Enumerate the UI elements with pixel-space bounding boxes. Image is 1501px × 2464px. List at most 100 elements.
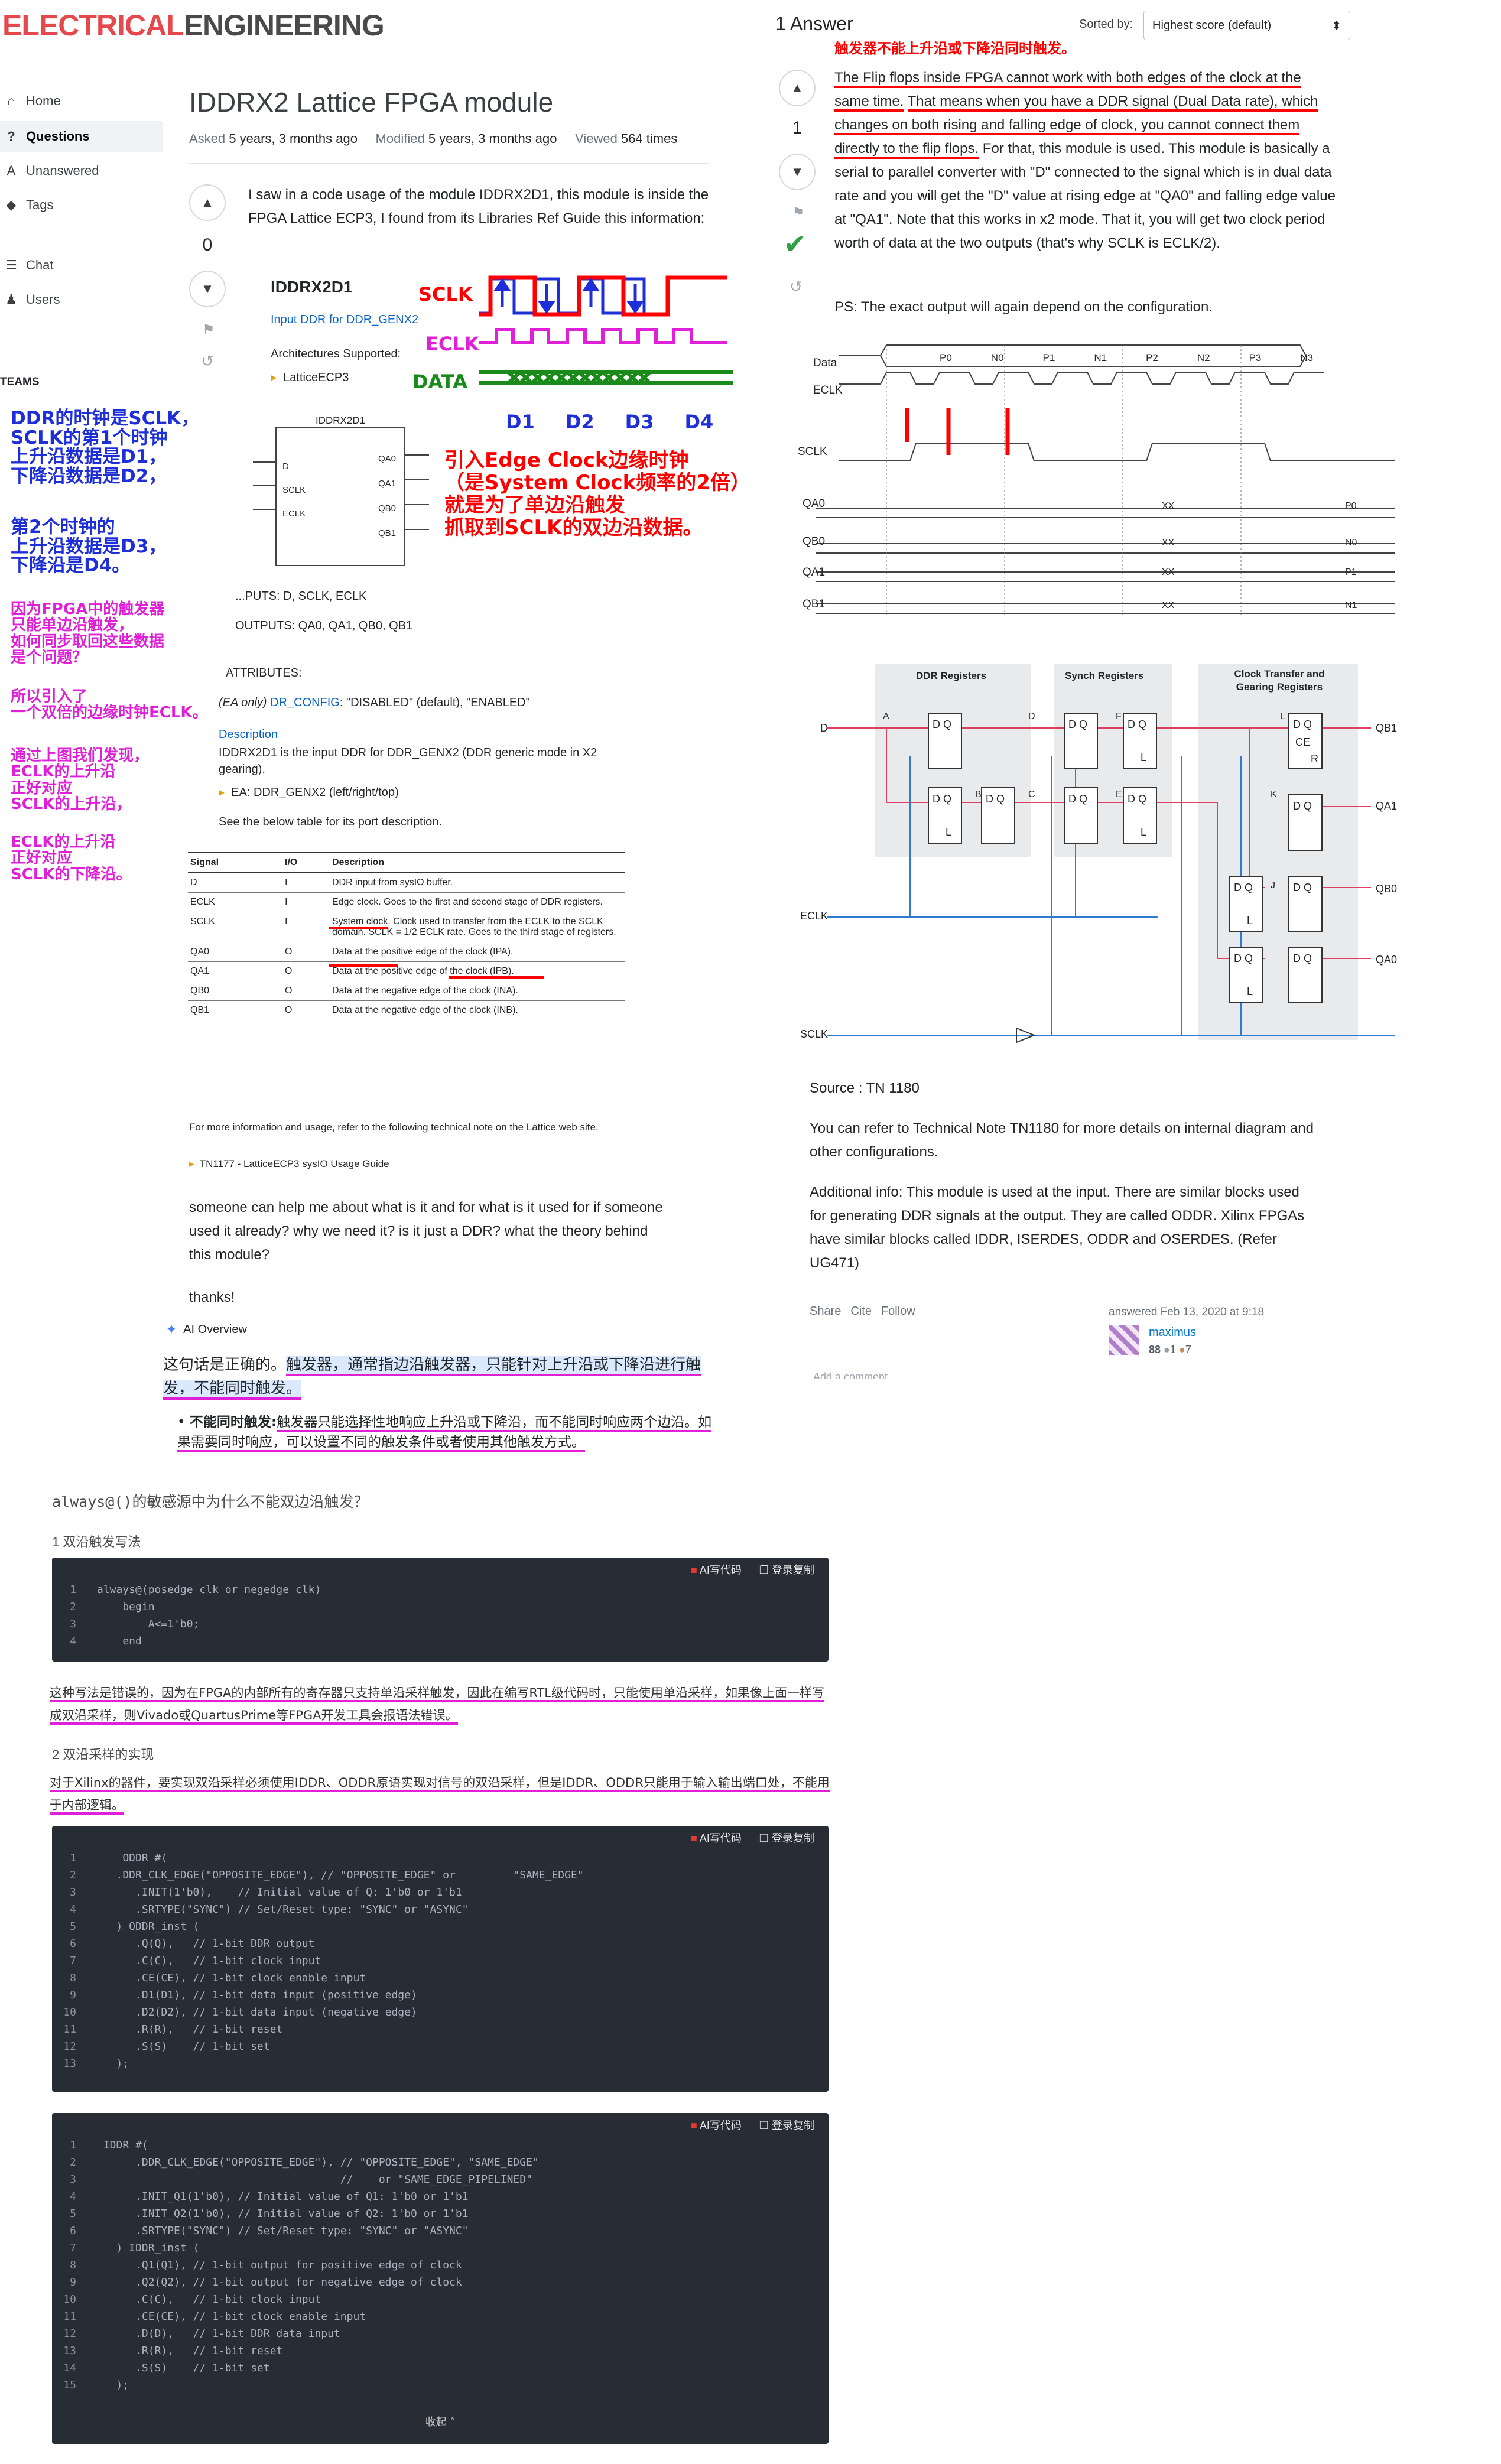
follow-link[interactable]: Follow xyxy=(881,1305,915,1318)
node-c: C xyxy=(1028,789,1035,799)
code-text: .DDR_CLK_EDGE("OPPOSITE_EDGE"), // "OPPO… xyxy=(97,2156,539,2169)
question-meta: Asked 5 years, 3 months ago Modified 5 y… xyxy=(189,131,677,147)
ai-overview-bullet: • 不能同时触发:触发器只能选择性地响应上升沿或下降沿，而不能同时响应两个边沿。… xyxy=(177,1412,721,1452)
sidebar-item-chat[interactable]: ☰ Chat xyxy=(0,249,163,281)
sort-select[interactable]: Highest score (default) ⬍ xyxy=(1143,11,1350,40)
code-line: 10 .D2(D2), // 1-bit data input (negativ… xyxy=(52,2004,829,2021)
ff-label: D Q xyxy=(1293,953,1312,964)
cell: DDR input from sysIO buffer. xyxy=(330,872,625,893)
viewed-value: 564 times xyxy=(620,131,678,146)
sidebar-item-tags[interactable]: ◆ Tags xyxy=(0,189,163,221)
doc-tn-link[interactable]: ▸ TN1177 - LatticeECP3 sysIO Usage Guide xyxy=(189,1158,389,1170)
eclk-trace xyxy=(479,328,727,344)
ff-latch: L xyxy=(1247,915,1253,927)
bookmark-icon[interactable]: ⚑ xyxy=(792,204,805,222)
ff-label: D Q xyxy=(1293,882,1312,893)
code-line: 7 .C(C), // 1-bit clock input xyxy=(52,1952,829,1969)
code-toolbar: ■ AI写代码 ❐ 登录复制 xyxy=(52,1558,829,1581)
ff-label: D Q xyxy=(1234,953,1253,964)
cell: Data at the negative edge of the clock (… xyxy=(330,1000,625,1020)
ff-d: D Q xyxy=(1064,713,1098,769)
bookmark-icon[interactable]: ⚑ xyxy=(202,321,215,339)
blog-heading-2: 2 双沿采样的实现 xyxy=(52,1747,154,1762)
code-line: 9 .Q2(Q2), // 1-bit output for negative … xyxy=(52,2274,829,2291)
site-logo[interactable]: ELECTRICALENGINEERING xyxy=(2,8,385,43)
code-text: ) IDDR_inst ( xyxy=(97,2242,200,2254)
timing-row-labels: Data ECLK xyxy=(813,350,843,404)
node-k: K xyxy=(1271,789,1277,799)
tn-link[interactable]: TN1177 - LatticeECP3 sysIO Usage Guide xyxy=(200,1158,389,1169)
ai-code-button[interactable]: ■ AI写代码 xyxy=(691,1830,742,1845)
cell: QB0 xyxy=(188,981,282,1001)
share-link[interactable]: Share xyxy=(810,1305,841,1318)
add-comment-link[interactable]: Add a comment xyxy=(813,1371,888,1379)
sort-value: Highest score (default) xyxy=(1152,18,1272,32)
collapse-label: 收起 xyxy=(425,2416,447,2429)
ai-code-button[interactable]: ■ AI写代码 xyxy=(691,1562,742,1577)
history-icon[interactable]: ↺ xyxy=(201,352,214,370)
question-ask: someone can help me about what is it and… xyxy=(189,1200,663,1263)
row-sclk: SCLK xyxy=(798,446,827,458)
doc-inputs: ...PUTS: D, SCLK, ECLK xyxy=(235,590,367,603)
answer-upvote-button[interactable]: ▲ xyxy=(779,70,816,106)
code-toolbar: ■ AI写代码 ❐ 登录复制 xyxy=(52,1826,829,1849)
cell: O xyxy=(282,961,330,981)
code-text: always@(posedge clk or negedge clk) xyxy=(97,1584,321,1596)
sidebar-item-questions[interactable]: ? Questions xyxy=(0,121,163,152)
annotation-ff-question: 因为FPGA中的触发器 只能单边沿触发， 如何同步取回这些数据 是个问题？ xyxy=(11,600,165,667)
dr-config-link[interactable]: DR_CONFIG xyxy=(270,696,340,709)
red-marker-lines xyxy=(905,408,1010,455)
data-label: P3 xyxy=(1249,352,1262,363)
collapse-button[interactable]: 收起 ˄ xyxy=(52,2414,829,2429)
diag-input-d: D xyxy=(820,722,828,734)
login-copy-button[interactable]: ❐ 登录复制 xyxy=(759,1562,814,1577)
ai-code-label: AI写代码 xyxy=(699,1832,742,1844)
answer-downvote-button[interactable]: ▼ xyxy=(779,154,816,190)
question-title[interactable]: IDDRX2 Lattice FPGA module xyxy=(189,86,553,118)
wave-label-sclk: SCLK xyxy=(418,283,473,305)
code-text: .D1(D1), // 1-bit data input (positive e… xyxy=(97,1989,417,2001)
question-intro: I saw in a code usage of the module IDDR… xyxy=(248,187,709,226)
ai-code-button[interactable]: ■ AI写代码 xyxy=(691,2117,742,2133)
diag-out-qa0: QA0 xyxy=(1376,954,1398,966)
port-table: Signal I/O Description D I DDR input from sy… xyxy=(188,852,625,1020)
sidebar-item-users[interactable]: ♟ Users xyxy=(0,284,163,316)
doc-subtitle[interactable]: Input DDR for DDR_GENX2 xyxy=(271,313,418,327)
out-qb1: N1 xyxy=(1345,600,1357,610)
logo-part1: ELECTRICAL xyxy=(2,9,184,42)
answer-ps: PS: The exact output will again depend o… xyxy=(834,299,1213,315)
diag-input-eclk: ECLK xyxy=(800,910,829,922)
ai-icon: ■ xyxy=(690,1564,697,1576)
answer-user[interactable]: maximus xyxy=(1149,1326,1196,1340)
ff-e: D Q xyxy=(1064,787,1098,844)
upvote-button[interactable]: ▲ xyxy=(189,184,226,221)
ai-overview-label: AI Overview xyxy=(183,1323,247,1336)
row-eclk: ECLK xyxy=(813,384,843,396)
history-icon[interactable]: ↺ xyxy=(790,278,803,296)
ff-f: D Q L xyxy=(1123,713,1157,769)
code-text: .INIT_Q2(1'b0), // Initial value of Q2: … xyxy=(97,2208,469,2220)
sidebar-item-home[interactable]: ⌂ Home xyxy=(0,85,163,117)
upvote-icon: ▲ xyxy=(791,80,804,95)
diag-out-qa1: QA1 xyxy=(1376,800,1398,812)
downvote-button[interactable]: ▼ xyxy=(189,271,226,307)
code-text: .Q2(Q2), // 1-bit output for negative ed… xyxy=(97,2276,462,2289)
avatar[interactable] xyxy=(1109,1325,1139,1355)
user-rep: 88 ●1 ●7 xyxy=(1149,1344,1191,1356)
login-copy-button[interactable]: ❐ 登录复制 xyxy=(759,2117,814,2133)
cite-link[interactable]: Cite xyxy=(850,1305,872,1318)
cell: I xyxy=(282,912,330,942)
ai-overview-p1: 这句话是正确的。触发器，通常指边沿触发器，只能针对上升沿或下降沿进行触发，不能同… xyxy=(163,1353,713,1400)
ff-latch: L xyxy=(1141,826,1147,838)
code-line: 4 .SRTYPE("SYNC") // Set/Reset type: "SY… xyxy=(52,1901,829,1918)
code-text: IDDR #( xyxy=(97,2139,148,2151)
ff-latch: L xyxy=(1141,752,1147,763)
cell: O xyxy=(282,1000,330,1020)
code-line: 11 .CE(CE), // 1-bit clock enable input xyxy=(52,2308,829,2325)
login-copy-button[interactable]: ❐ 登录复制 xyxy=(759,1830,814,1845)
ff-label: D Q xyxy=(1293,800,1312,812)
code-line: 1 always@(posedge clk or negedge clk) xyxy=(52,1581,829,1598)
answer-p2: You can refer to Technical Note TN1180 f… xyxy=(810,1120,1314,1160)
code-text: ); xyxy=(97,2379,129,2391)
sidebar-item-unanswered[interactable]: A Unanswered xyxy=(0,155,163,187)
